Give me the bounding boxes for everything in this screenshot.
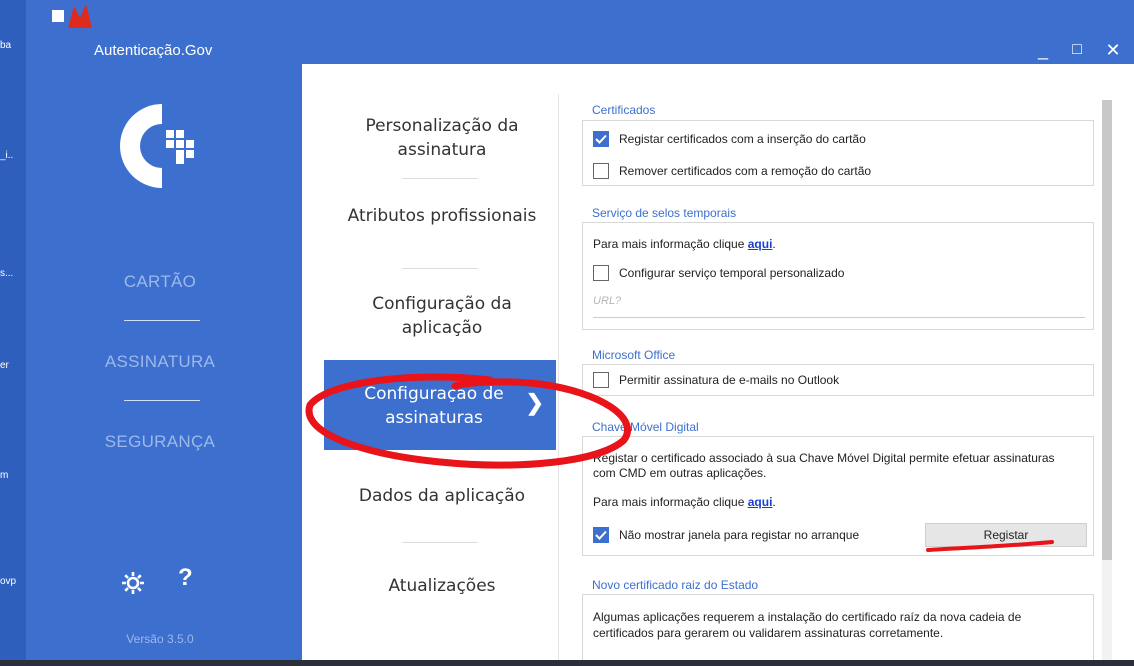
- desktop-top-strip: [0, 0, 1134, 36]
- submenu-divider: [402, 542, 478, 543]
- cmd-description-line2: com CMD em outras aplicações.: [593, 466, 767, 480]
- aqui-link[interactable]: aqui: [748, 495, 773, 509]
- certificados-group: Registar certificados com a inserção do …: [582, 120, 1094, 186]
- section-title-certificados: Certificados: [592, 103, 656, 117]
- cmd-description: Registar o certificado associado à sua C…: [593, 451, 1055, 481]
- registar-button[interactable]: Registar: [925, 523, 1087, 547]
- desktop-icon-label[interactable]: _i..: [0, 150, 26, 161]
- office-group: Permitir assinatura de e-mails no Outloo…: [582, 364, 1094, 396]
- submenu-atualizacoes[interactable]: Atualizações: [342, 574, 542, 598]
- cmd-description-line1: Registar o certificado associado à sua C…: [593, 451, 1055, 465]
- nav-divider: [124, 320, 200, 321]
- desktop-icon-label[interactable]: ovp: [0, 576, 26, 587]
- option-nao-mostrar-janela[interactable]: Não mostrar janela para registar no arra…: [593, 527, 859, 543]
- checkbox-remover-certificados[interactable]: [593, 163, 609, 179]
- scrollbar-thumb[interactable]: [1102, 100, 1112, 560]
- app-window: Autenticação.Gov _ □ ✕ CARTÃO ASSINATURA…: [26, 36, 1134, 664]
- aqui-link[interactable]: aqui: [748, 237, 773, 251]
- raiz-group: Algumas aplicações requerem a instalação…: [582, 594, 1094, 664]
- option-label: Permitir assinatura de e-mails no Outloo…: [619, 373, 840, 387]
- taskbar-edge: [0, 660, 1134, 666]
- info-text: Para mais informação clique aqui.: [593, 237, 776, 251]
- option-outlook[interactable]: Permitir assinatura de e-mails no Outloo…: [593, 372, 839, 388]
- chevron-right-icon: ❯: [525, 390, 544, 415]
- raiz-description-line2: certificados para gerarem ou validarem a…: [593, 626, 944, 640]
- option-servico-temporal[interactable]: Configurar serviço temporal personalizad…: [593, 265, 844, 281]
- maximize-button[interactable]: □: [1060, 36, 1094, 64]
- desktop-icon-label[interactable]: m: [0, 470, 26, 481]
- info-label: Para mais informação clique: [593, 237, 745, 251]
- title-bar[interactable]: Autenticação.Gov _ □ ✕: [26, 36, 1134, 64]
- checkbox-servico-temporal[interactable]: [593, 265, 609, 281]
- submenu-atributos[interactable]: Atributos profissionais: [342, 204, 542, 228]
- submenu-divider: [402, 178, 478, 179]
- submenu-dados[interactable]: Dados da aplicação: [342, 484, 542, 508]
- submenu-config-aplicacao[interactable]: Configuração da aplicação: [342, 292, 542, 340]
- info-label: Para mais informação clique: [593, 495, 745, 509]
- desktop-left-strip: [0, 0, 26, 666]
- checkbox-outlook[interactable]: [593, 372, 609, 388]
- url-input[interactable]: URL?: [593, 295, 621, 307]
- nav-cartao[interactable]: CARTÃO: [90, 272, 230, 292]
- option-remover-certificados[interactable]: Remover certificados com a remoção do ca…: [593, 163, 871, 179]
- submenu-active-label: Configuração de assinaturas: [364, 384, 504, 428]
- nav-divider: [124, 400, 200, 401]
- section-title-selos: Serviço de selos temporais: [592, 206, 737, 220]
- section-title-raiz: Novo certificado raiz do Estado: [592, 578, 759, 592]
- nav-seguranca[interactable]: SEGURANÇA: [90, 432, 230, 452]
- desktop-icon-label[interactable]: er: [0, 360, 26, 371]
- option-registar-certificados[interactable]: Registar certificados com a inserção do …: [593, 131, 866, 147]
- autenticacao-gov-logo: [120, 104, 194, 188]
- raiz-description: Algumas aplicações requerem a instalação…: [593, 609, 1021, 641]
- column-divider: [558, 94, 559, 660]
- section-title-office: Microsoft Office: [592, 348, 676, 362]
- minimize-button[interactable]: _: [1026, 36, 1060, 64]
- help-icon[interactable]: ?: [178, 564, 193, 592]
- checkbox-registar-certificados[interactable]: [593, 131, 609, 147]
- desktop-icon-label[interactable]: s...: [0, 268, 26, 279]
- version-label: Versão 3.5.0: [126, 632, 194, 646]
- raiz-description-line1: Algumas aplicações requerem a instalação…: [593, 610, 1022, 624]
- nav-assinatura[interactable]: ASSINATURA: [90, 352, 230, 372]
- window-title: Autenticação.Gov: [94, 42, 213, 59]
- desktop-shortcut-icon[interactable]: [52, 0, 94, 28]
- content-area: Personalização da assinatura Atributos p…: [302, 64, 1134, 664]
- option-label: Remover certificados com a remoção do ca…: [619, 164, 872, 178]
- info-text: Para mais informação clique aqui.: [593, 495, 776, 509]
- option-label: Configurar serviço temporal personalizad…: [619, 266, 845, 280]
- submenu-divider: [402, 268, 478, 269]
- close-button[interactable]: ✕: [1096, 36, 1130, 64]
- submenu-config-assinaturas[interactable]: Configuração de assinaturas ❯: [324, 360, 556, 450]
- cmd-group: Registar o certificado associado à sua C…: [582, 436, 1094, 556]
- vertical-scrollbar[interactable]: [1102, 100, 1112, 660]
- checkbox-nao-mostrar-janela[interactable]: [593, 527, 609, 543]
- section-title-cmd: Chave Móvel Digital: [592, 420, 699, 434]
- submenu-personalizacao[interactable]: Personalização da assinatura: [342, 114, 542, 162]
- selos-group: Para mais informação clique aqui. Config…: [582, 222, 1094, 330]
- url-input-underline: [593, 317, 1085, 318]
- option-label: Não mostrar janela para registar no arra…: [619, 528, 860, 542]
- desktop-icon-label[interactable]: ba: [0, 40, 26, 51]
- option-label: Registar certificados com a inserção do …: [619, 132, 866, 146]
- gear-icon[interactable]: [120, 570, 146, 596]
